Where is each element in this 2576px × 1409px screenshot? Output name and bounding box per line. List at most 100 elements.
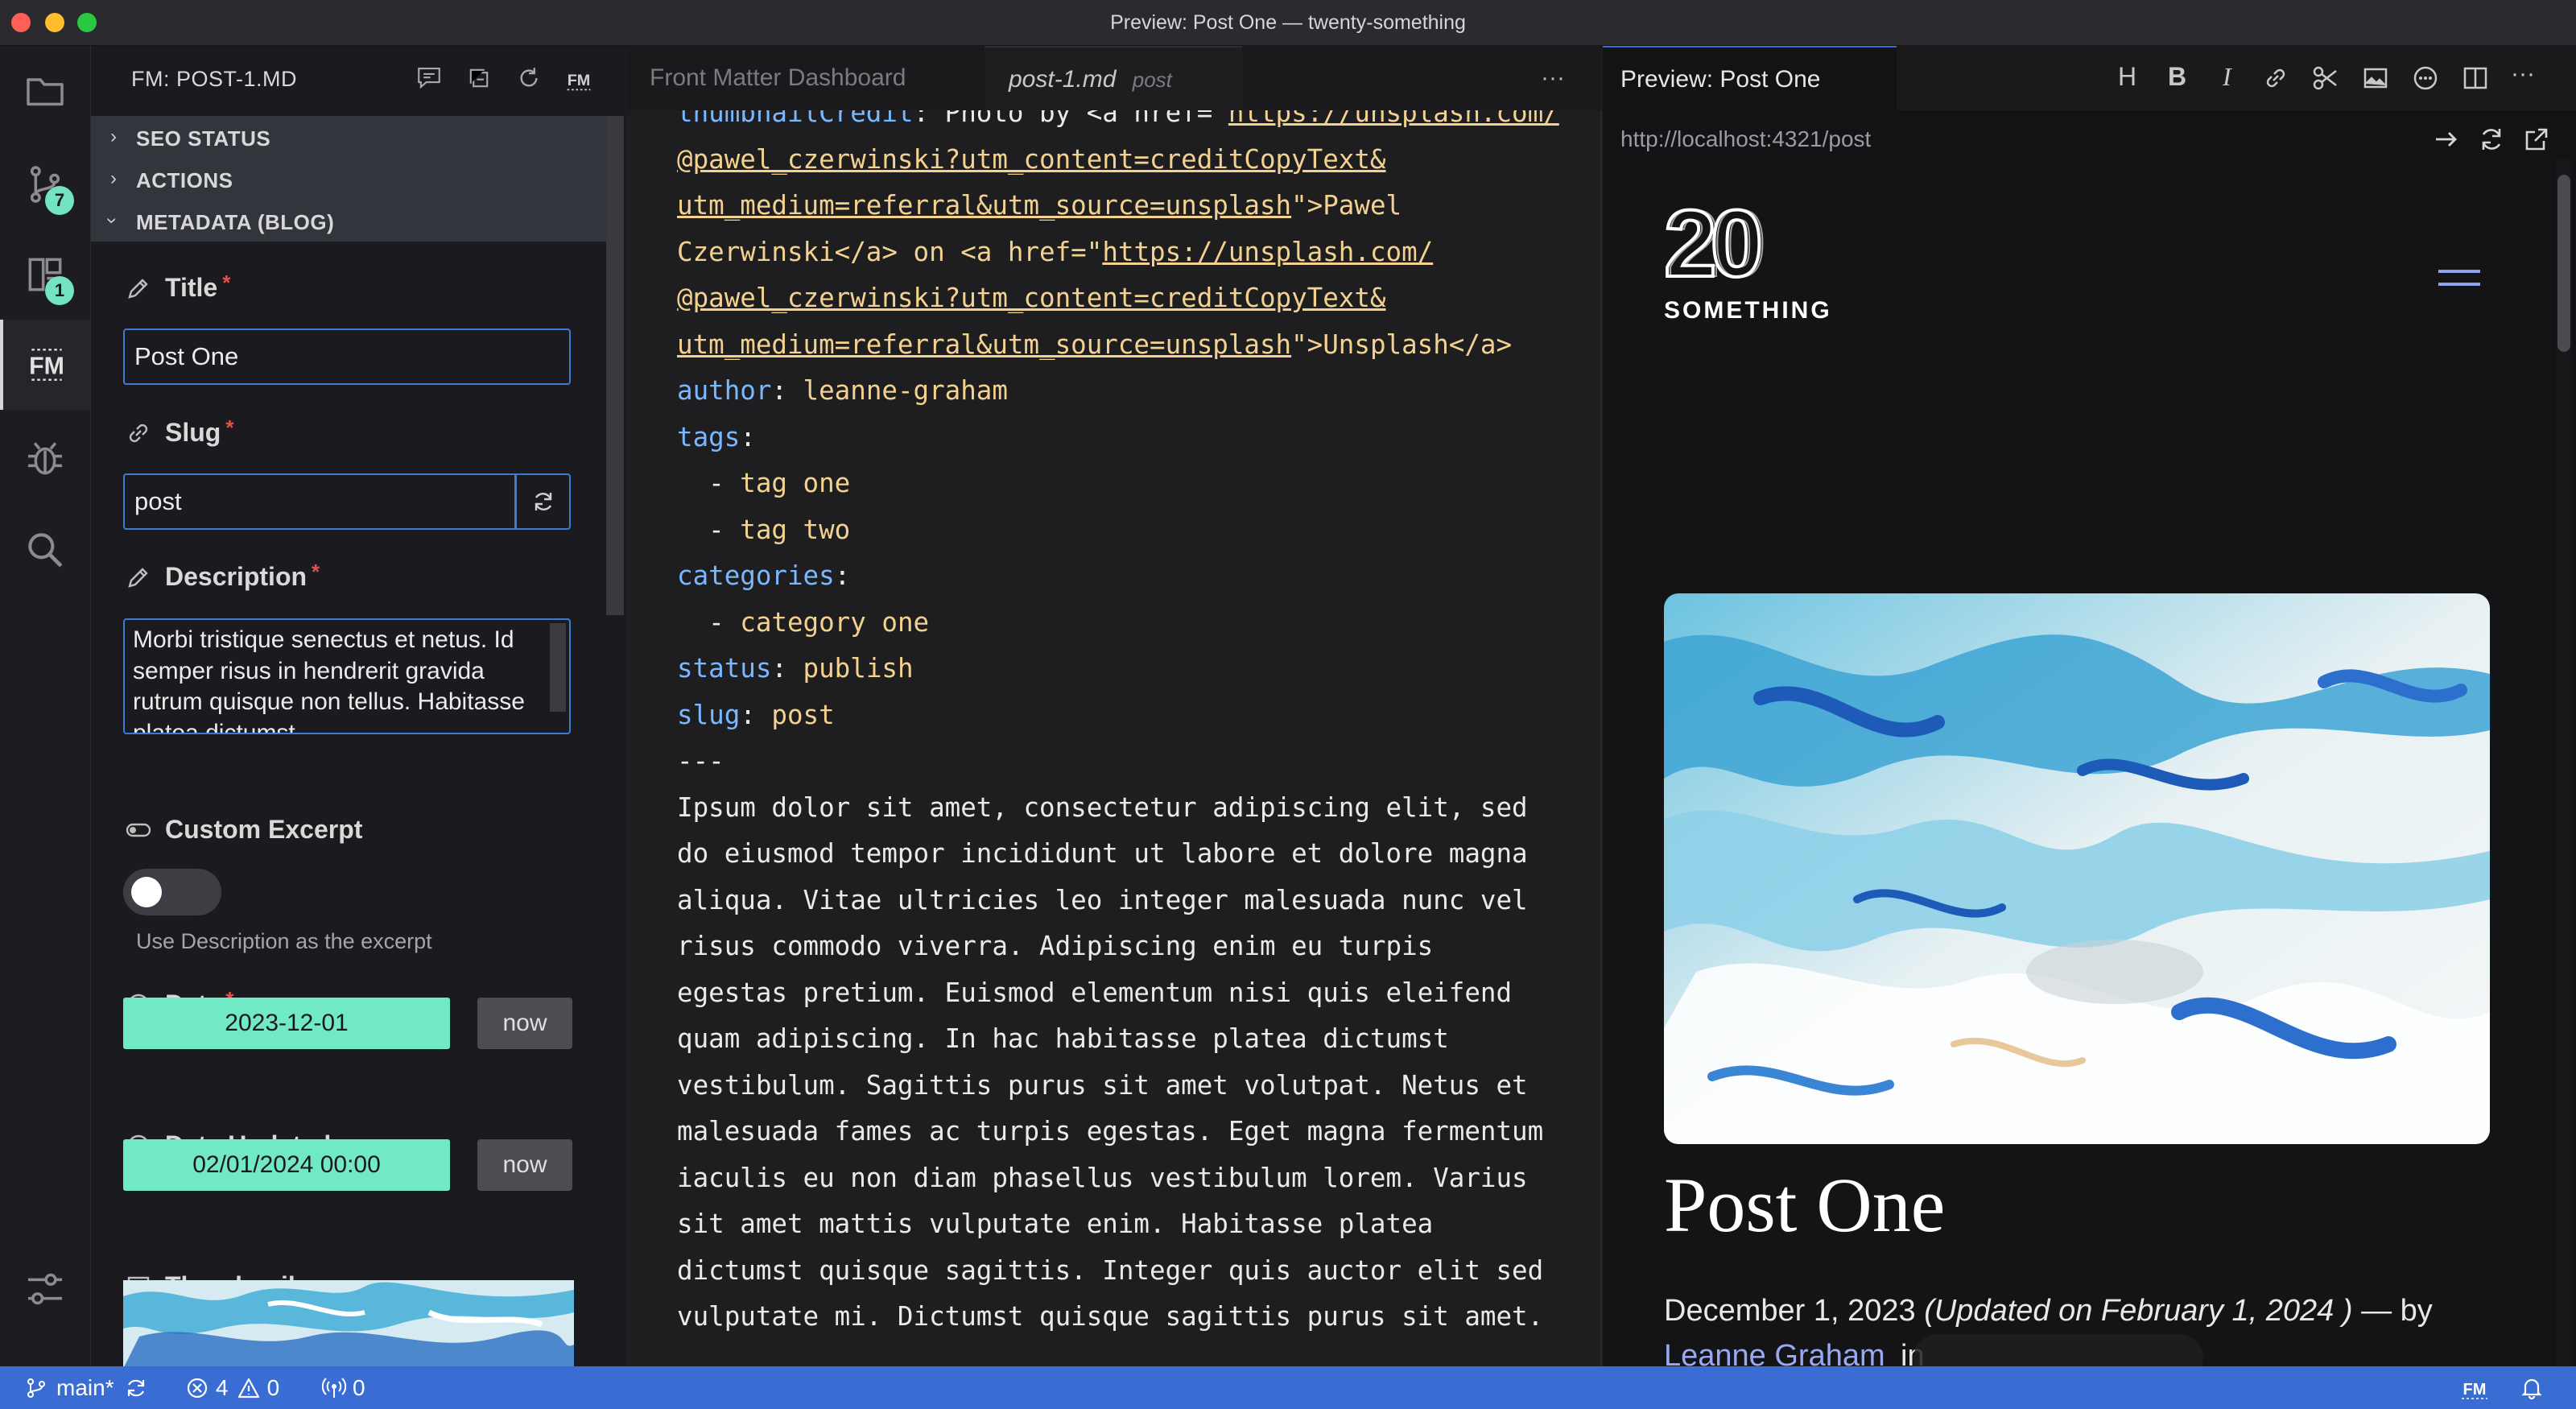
preview-scrollbar-track[interactable] xyxy=(2556,159,2572,1366)
link-icon xyxy=(2266,68,2285,88)
scissors-icon xyxy=(2313,66,2337,90)
post-author-link[interactable]: Leanne Graham xyxy=(1664,1339,1885,1366)
chevron-down-icon: › xyxy=(101,217,123,224)
ports-indicator[interactable]: 0 xyxy=(322,1366,365,1409)
code-token: iaculis eu non diam phasellus vestibulum… xyxy=(677,1162,1528,1193)
code-token: tags xyxy=(677,421,741,452)
slug-input[interactable]: post xyxy=(123,473,516,530)
fm-badge: 1 xyxy=(45,276,74,305)
regenerate-slug-button[interactable] xyxy=(516,473,571,530)
code-token: - xyxy=(677,468,741,498)
folder-icon xyxy=(27,78,64,106)
section-seo-status[interactable]: › SEO STATUS xyxy=(91,116,606,158)
sidebar-scrollbar[interactable] xyxy=(606,116,624,615)
custom-excerpt-toggle[interactable] xyxy=(123,869,221,915)
preview-url[interactable]: http://localhost:4321/post xyxy=(1620,126,1871,152)
notifications-button[interactable] xyxy=(2520,1366,2544,1409)
code-token: tag two xyxy=(740,514,851,545)
feedback-button[interactable] xyxy=(413,62,445,94)
site-logo-mark: 20 20 xyxy=(1662,189,1770,299)
code-token: tag one xyxy=(740,468,851,498)
title-input[interactable]: Post One xyxy=(123,328,571,385)
reload-preview-button[interactable] xyxy=(2477,125,2506,158)
italic-tool-button[interactable]: I xyxy=(2223,62,2255,94)
title-field-label: Title * xyxy=(125,271,230,303)
excerpt-helper-text: Use Description as the excerpt xyxy=(136,929,432,953)
front-matter-status-button[interactable]: FM xyxy=(2458,1366,2491,1409)
ellipsis-icon: ··· xyxy=(2511,60,2535,87)
code-token: ">Unsplash</a> xyxy=(1291,328,1513,360)
cut-tool-button[interactable] xyxy=(2311,64,2340,97)
error-count: 4 xyxy=(216,1375,229,1400)
error-icon xyxy=(187,1378,208,1398)
open-dashboard-button[interactable]: FM xyxy=(563,62,595,94)
italic-icon: I xyxy=(2223,62,2231,91)
section-metadata[interactable]: › METADATA (BLOG) xyxy=(91,200,606,242)
heading-tool-button[interactable]: H xyxy=(2118,62,2150,94)
code-token: slug xyxy=(677,699,741,730)
problems-indicator[interactable]: 4 0 xyxy=(185,1366,279,1409)
link-tool-button[interactable] xyxy=(2261,64,2290,97)
date-updated-now-button[interactable]: now xyxy=(477,1139,572,1191)
code-token: vulputate mi. Dictumst quisque sagittis … xyxy=(677,1301,1544,1332)
post-updated-date: (Updated on February 1, 2024 ) xyxy=(1924,1294,2353,1328)
date-input[interactable]: 2023-12-01 xyxy=(123,998,450,1049)
preview-scrollbar-thumb[interactable] xyxy=(2557,175,2570,352)
code-token: Czerwinski</a> on <a href=" xyxy=(677,236,1103,267)
branch-name: main* xyxy=(56,1375,114,1400)
code-token: @pawel_czerwinski?utm_content=creditCopy… xyxy=(677,143,1386,175)
settings-button[interactable] xyxy=(0,1244,90,1334)
code-line: tags: xyxy=(677,415,1602,461)
debug-button[interactable] xyxy=(0,413,90,503)
open-external-button[interactable] xyxy=(2522,125,2551,158)
code-token: : xyxy=(740,421,756,452)
collapse-all-button[interactable] xyxy=(463,62,495,94)
code-line: dictumst quisque sagittis. Integer quis … xyxy=(677,1248,1602,1295)
refresh-icon xyxy=(2482,129,2501,150)
textarea-scrollbar[interactable] xyxy=(550,623,566,712)
explorer-button[interactable] xyxy=(0,46,90,136)
image-icon xyxy=(2363,68,2388,89)
more-tools-button[interactable] xyxy=(2411,64,2440,97)
date-now-button[interactable]: now xyxy=(477,998,572,1049)
more-actions-button[interactable]: ··· xyxy=(1529,46,1577,110)
code-line: egestas pretium. Euismod elementum nisi … xyxy=(677,970,1602,1017)
site-logo[interactable]: 20 20 SOMETHING xyxy=(1662,189,1857,324)
front-matter-logo-icon: FM xyxy=(2462,1381,2487,1399)
branch-indicator[interactable]: main* xyxy=(24,1366,148,1409)
code-token: - xyxy=(677,514,741,545)
source-control-button[interactable]: 7 xyxy=(0,139,90,229)
chevron-right-icon: › xyxy=(110,167,117,189)
scm-badge: 7 xyxy=(45,186,74,215)
preview-more-button[interactable]: ··· xyxy=(2511,60,2535,88)
tab-post-1-md[interactable]: post-1.md post xyxy=(985,46,1242,110)
post-meta: December 1, 2023 (Updated on February 1,… xyxy=(1664,1294,2517,1328)
bold-tool-button[interactable]: B xyxy=(2168,62,2200,94)
date-updated-input[interactable]: 02/01/2024 00:00 xyxy=(123,1139,450,1191)
toggle-icon xyxy=(126,823,151,837)
search-button[interactable] xyxy=(0,505,90,595)
extensions-button[interactable]: 1 xyxy=(0,229,90,320)
refresh-button[interactable] xyxy=(513,62,545,94)
sync-icon xyxy=(535,493,551,510)
description-textarea[interactable]: Morbi tristique senectus et netus. Id se… xyxy=(123,618,571,734)
section-actions[interactable]: › ACTIONS xyxy=(91,158,606,200)
tab-preview-post-one[interactable]: Preview: Post One xyxy=(1603,46,1897,110)
front-matter-button[interactable]: FM xyxy=(0,320,90,410)
window-title: Preview: Post One — twenty-something xyxy=(1110,11,1466,34)
split-editor-button[interactable] xyxy=(2461,64,2490,97)
code-line: - tag one xyxy=(677,461,1602,507)
split-editor-icon xyxy=(2463,67,2487,89)
code-line: @pawel_czerwinski?utm_content=creditCopy… xyxy=(677,275,1602,322)
thumbnail-preview[interactable] xyxy=(123,1280,574,1366)
navigate-button[interactable] xyxy=(2432,125,2461,158)
code-viewport[interactable]: thumbnailCredit: Photo by <a href="https… xyxy=(627,110,1602,1366)
tab-front-matter-dashboard[interactable]: Front Matter Dashboard xyxy=(627,46,983,110)
site-menu-button[interactable] xyxy=(2438,263,2480,295)
code-token: - xyxy=(677,606,741,638)
sidebar-title: FM: POST-1.MD xyxy=(131,67,298,91)
dev-toolbar[interactable] xyxy=(1913,1334,2203,1366)
bell-icon xyxy=(2521,1378,2542,1399)
svg-text:20: 20 xyxy=(1667,207,1763,287)
image-tool-button[interactable] xyxy=(2361,64,2390,97)
